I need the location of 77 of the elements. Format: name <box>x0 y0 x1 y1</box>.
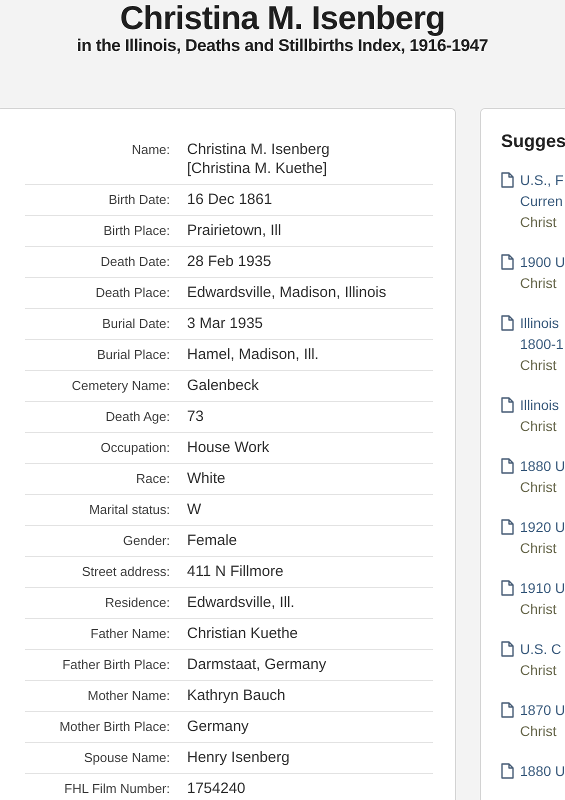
document-icon <box>501 580 514 596</box>
person-name: Christ <box>520 274 558 293</box>
field-label: Death Age: <box>104 408 171 426</box>
field-label: Race: <box>135 470 171 488</box>
document-icon <box>501 315 514 331</box>
record-link[interactable]: U.S. C <box>520 639 562 660</box>
record-link[interactable]: 1920 U <box>520 517 565 538</box>
record-link[interactable]: 1880 U <box>520 456 565 477</box>
field-value: Christina M. Isenberg <box>187 140 330 159</box>
field-label: Death Date: <box>100 253 171 271</box>
field-label: Birth Date: <box>108 191 171 209</box>
field-value: Edwardsville, Madison, Illinois <box>187 283 386 302</box>
field-label: Street address: <box>80 563 171 581</box>
field-value: 28 Feb 1935 <box>187 252 272 271</box>
document-icon <box>501 763 514 779</box>
field-value: 16 Dec 1861 <box>187 190 272 209</box>
field-value: 1754240 <box>187 779 246 798</box>
field-label: Marital status: <box>88 501 171 519</box>
record-link[interactable]: 1910 U <box>520 578 565 599</box>
field-label: Name: <box>130 141 171 159</box>
field-value: Darmstaat, Germany <box>187 655 326 674</box>
person-name: Christ <box>520 661 558 680</box>
field-value: 411 N Fillmore <box>187 562 284 581</box>
document-icon <box>501 641 514 657</box>
document-icon <box>501 254 514 270</box>
person-name: Christ <box>520 417 558 436</box>
field-label: Birth Place: <box>102 222 171 240</box>
field-value: Kathryn Bauch <box>187 686 286 705</box>
field-value: Edwardsville, Ill. <box>187 593 295 612</box>
field-label: Occupation: <box>100 439 171 457</box>
field-label: Cemetery Name: <box>70 377 171 395</box>
collection-subtitle: in the Illinois, Deaths and Stillbirths Index, 1916-1947 <box>76 36 490 56</box>
field-label: Father Birth Place: <box>61 656 171 674</box>
record-link[interactable]: 1870 U <box>520 700 565 721</box>
person-name: Christ <box>520 356 558 375</box>
field-value: 3 Mar 1935 <box>187 314 263 333</box>
record-link[interactable]: 1880 U <box>520 761 565 782</box>
field-label: Father Name: <box>90 625 171 643</box>
field-value: Germany <box>187 717 249 736</box>
document-icon <box>501 397 514 413</box>
record-link[interactable]: 1800-1 <box>520 334 564 355</box>
person-name: Christ <box>520 722 558 741</box>
field-label: Burial Place: <box>96 346 171 364</box>
field-value: Female <box>187 531 238 550</box>
field-label: FHL Film Number: <box>63 780 171 798</box>
field-value: White <box>187 469 226 488</box>
record-link[interactable]: Illinois <box>520 395 559 416</box>
suggested-heading: Sugges <box>501 131 565 152</box>
field-value: [Christina M. Kuethe] <box>187 159 328 178</box>
field-value: Hamel, Madison, Ill. <box>187 345 319 364</box>
field-label: Mother Name: <box>86 687 171 705</box>
person-name: Christ <box>520 600 558 619</box>
person-name: Christ <box>520 478 558 497</box>
field-value: 73 <box>187 407 204 426</box>
field-label: Spouse Name: <box>83 749 171 767</box>
document-icon <box>501 172 514 188</box>
record-link[interactable]: U.S., F <box>520 170 564 191</box>
field-value: W <box>187 500 202 519</box>
field-value: House Work <box>187 438 270 457</box>
document-icon <box>501 458 514 474</box>
field-value: Christian Kuethe <box>187 624 298 643</box>
field-label: Residence: <box>104 594 171 612</box>
record-link[interactable]: Curren <box>520 191 564 212</box>
record-title: Christina M. Isenberg <box>118 0 446 36</box>
field-value: Prairietown, Ill <box>187 221 282 240</box>
field-value: Henry Isenberg <box>187 748 290 767</box>
person-name: Christ <box>520 539 558 558</box>
record-link[interactable]: 1900 U <box>520 252 565 273</box>
field-label: Burial Date: <box>101 315 171 333</box>
field-value: Galenbeck <box>187 376 259 395</box>
field-label: Gender: <box>122 532 171 550</box>
record-link[interactable]: Illinois <box>520 313 564 334</box>
field-label: Death Place: <box>94 284 171 302</box>
document-icon <box>501 702 514 718</box>
field-label: Mother Birth Place: <box>58 718 171 736</box>
document-icon <box>501 519 514 535</box>
person-name: Christ <box>520 213 558 232</box>
